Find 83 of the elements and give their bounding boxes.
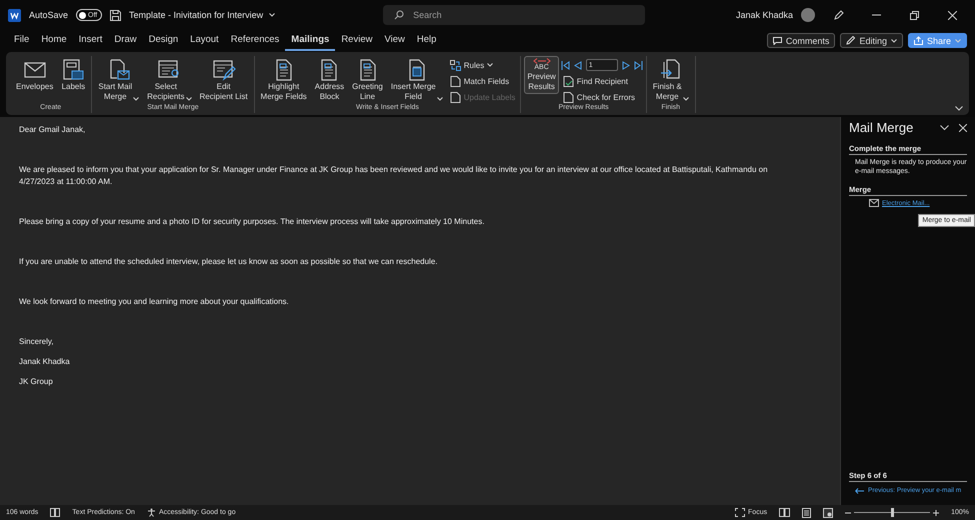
chevron-down-icon[interactable] bbox=[955, 106, 963, 111]
caret-icon bbox=[269, 13, 276, 17]
autosave-label: AutoSave bbox=[29, 10, 68, 20]
match-fields-icon bbox=[450, 60, 461, 70]
ribbon-tab[interactable]: Layout bbox=[184, 30, 225, 50]
paragraph: We look forward to meeting you and learning more about your qualifications. bbox=[19, 296, 290, 308]
comments-button[interactable]: Comments bbox=[766, 33, 836, 48]
ribbon-tab[interactable]: View bbox=[378, 30, 411, 50]
save-icon[interactable] bbox=[110, 10, 122, 20]
ribbon-button[interactable]: Greeting Line bbox=[349, 56, 386, 104]
caret-icon bbox=[186, 97, 192, 102]
caret-icon bbox=[955, 38, 961, 42]
avatar[interactable] bbox=[801, 8, 815, 22]
ribbon-button[interactable]: Match Fields bbox=[448, 74, 518, 88]
ribbon-tab[interactable]: Home bbox=[35, 30, 73, 50]
zoom-out-icon[interactable] bbox=[845, 510, 852, 516]
pane-title: Mail Merge bbox=[849, 120, 914, 135]
comment-icon bbox=[772, 36, 782, 44]
user-name: Janak Khadka bbox=[736, 10, 793, 20]
check-errors-icon bbox=[562, 76, 574, 86]
closing-line: Janak Khadka bbox=[19, 356, 71, 368]
minimize-icon[interactable] bbox=[872, 14, 880, 16]
ribbon-button[interactable]: Highlight Merge Fields bbox=[258, 56, 310, 104]
preview-arrows-icon bbox=[532, 58, 552, 64]
next-record-icon[interactable] bbox=[622, 60, 630, 70]
ribbon-tab[interactable]: Draw bbox=[108, 30, 143, 50]
paragraph: Dear Gmail Janak, bbox=[19, 124, 86, 136]
document-icon bbox=[450, 76, 461, 86]
ribbon-tab[interactable]: Review bbox=[335, 30, 378, 50]
share-icon bbox=[914, 36, 923, 45]
pencil-icon bbox=[846, 36, 856, 45]
ribbon-button[interactable]: Check for Errors bbox=[560, 90, 643, 104]
labels-icon bbox=[61, 58, 86, 82]
close-icon[interactable] bbox=[959, 124, 967, 132]
ribbon-tab[interactable]: Help bbox=[410, 30, 442, 50]
ribbon-tab[interactable]: File bbox=[8, 30, 36, 50]
ribbon-button[interactable]: Address Block bbox=[312, 56, 348, 104]
ribbon-button[interactable]: Labels bbox=[58, 56, 88, 94]
ribbon-button[interactable]: Insert Merge Field bbox=[388, 56, 446, 104]
document-icon bbox=[562, 92, 574, 102]
search-icon bbox=[394, 10, 404, 20]
focus-icon bbox=[735, 508, 746, 517]
ribbon-button[interactable]: Find Recipient bbox=[560, 74, 643, 88]
ribbon-button[interactable]: Rules bbox=[448, 58, 518, 72]
paragraph: We are pleased to inform you that your application for Sr. Manager under Finance at JK Group has been reviewed and we would like to invite you for an interview at our office located at Battisputali, Kathmandu on 4/27/2023 at 11:00:00 AM. bbox=[19, 164, 769, 188]
paragraph: Please bring a copy of your resume and a photo ID for security purposes. The interview process will take approximately 10 Minutes. bbox=[19, 216, 486, 228]
caret-icon bbox=[682, 97, 689, 102]
envelope-icon bbox=[869, 199, 879, 207]
left-arrow-icon bbox=[855, 488, 864, 494]
zoom-in-icon[interactable] bbox=[933, 510, 940, 516]
close-icon[interactable] bbox=[948, 10, 956, 20]
caret-icon bbox=[890, 38, 897, 42]
edit-list-icon bbox=[212, 58, 236, 82]
ribbon-tab[interactable]: Design bbox=[142, 30, 184, 50]
caret-icon bbox=[133, 97, 140, 102]
caret-icon bbox=[487, 63, 494, 67]
ribbon-button[interactable]: Finish & Merge bbox=[650, 56, 692, 104]
ribbon-tab[interactable]: Insert bbox=[72, 30, 108, 50]
chevron-down-icon[interactable] bbox=[940, 124, 949, 130]
document-icon bbox=[450, 92, 461, 102]
accessibility-icon bbox=[146, 508, 156, 517]
ribbon-button[interactable]: Edit Recipient List bbox=[196, 56, 251, 104]
previous-record-icon[interactable] bbox=[574, 60, 582, 70]
ribbon-button[interactable]: Envelopes bbox=[13, 56, 56, 94]
restore-icon[interactable] bbox=[910, 10, 918, 20]
pen-icon[interactable] bbox=[832, 10, 844, 20]
search-field[interactable]: Search bbox=[383, 5, 646, 25]
document-title: Template - Inivitation for Interview bbox=[129, 10, 264, 20]
web-layout-icon[interactable] bbox=[823, 508, 834, 518]
app-logo-icon bbox=[8, 8, 21, 22]
last-record-icon[interactable] bbox=[634, 60, 643, 70]
closing-line: JK Group bbox=[19, 376, 54, 388]
caret-icon bbox=[436, 97, 443, 102]
first-record-icon[interactable] bbox=[560, 60, 570, 70]
read-mode-icon[interactable] bbox=[779, 508, 790, 517]
zoom-thumb[interactable] bbox=[890, 508, 894, 517]
editing-button[interactable]: Editing bbox=[840, 33, 903, 48]
ribbon-button[interactable]: Start Mail Merge bbox=[95, 56, 142, 104]
ribbon-tab[interactable]: References bbox=[224, 30, 286, 50]
paragraph: If you are unable to attend the scheduled interview, please let us know as soon as possible so that we can reschedule. bbox=[19, 256, 438, 268]
ribbon-button[interactable]: Select Recipients bbox=[144, 56, 195, 104]
print-layout-icon[interactable] bbox=[802, 508, 812, 518]
closing-line: Sincerely, bbox=[19, 336, 55, 348]
